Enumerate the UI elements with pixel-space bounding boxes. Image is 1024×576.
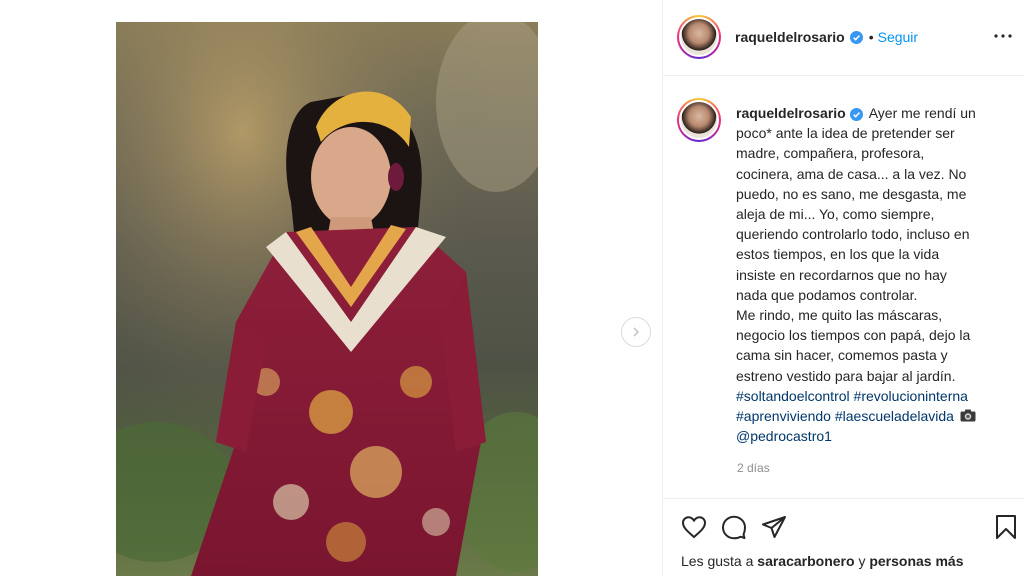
liked-by-user[interactable]: saracarbonero	[757, 553, 854, 569]
author-avatar[interactable]	[677, 15, 721, 59]
media-pane	[0, 0, 662, 576]
likes-join: y	[858, 553, 866, 569]
hashtag-link[interactable]: #laescueladelavida	[835, 408, 954, 424]
verified-badge-icon	[849, 107, 863, 121]
header-user: raqueldelrosario • Seguir	[735, 29, 918, 45]
caption-text-line: Me rindo, me quito las máscaras,	[736, 307, 943, 324]
caption-text-line: aleja de mi... Yo, como siempre,	[736, 206, 935, 223]
next-photo-button[interactable]	[621, 317, 651, 347]
follow-button[interactable]: Seguir	[878, 29, 918, 45]
hashtag-link[interactable]: #aprenviviendo	[736, 408, 831, 424]
post-timestamp[interactable]: 2 días	[737, 461, 770, 475]
caption-line: raqueldelrosario Ayer me rendí un	[736, 103, 1016, 123]
post-photo[interactable]	[116, 22, 538, 576]
caption-text-line: cocinera, ama de casa... a la vez. No	[736, 165, 967, 182]
caption-text-line: poco* ante la idea de pretender ser	[736, 125, 955, 142]
caption-text-line: negocio los tiempos con papá, dejo la	[736, 327, 971, 344]
caption-area: raqueldelrosario Ayer me rendí un poco* a…	[663, 76, 1024, 498]
mention-link[interactable]: @pedrocastro1	[736, 428, 832, 444]
more-options-icon[interactable]	[989, 26, 1017, 46]
likes-others[interactable]: personas más	[869, 553, 963, 569]
hashtag-line: #aprenviviendo #laescueladelavida	[736, 406, 1016, 426]
hashtag-link[interactable]: #soltandoelcontrol	[736, 388, 850, 404]
hashtag-link[interactable]: #revolucioninterna	[854, 388, 968, 404]
caption-text-line: insiste en recordarnos que no hay	[736, 266, 947, 283]
caption-text-line: cama sin hacer, comemos pasta y	[736, 347, 948, 364]
author-username[interactable]: raqueldelrosario	[735, 29, 845, 45]
mention-line: @pedrocastro1	[736, 426, 1016, 446]
camera-emoji-icon	[960, 409, 976, 422]
caption-avatar[interactable]	[677, 98, 721, 142]
caption-text-line: estos tiempos, en los que la vida	[736, 246, 940, 263]
hashtag-line: #soltandoelcontrol #revolucioninterna	[736, 386, 1016, 406]
post-sidebar: raqueldelrosario • Seguir raqueldelrosar…	[662, 0, 1024, 576]
caption-text-line: queriendo controlarlo todo, incluso en	[736, 226, 970, 243]
action-bar: Les gusta a saracarbonero y personas más	[663, 498, 1024, 576]
caption-text-line: Ayer me rendí un	[868, 105, 976, 121]
separator-dot: •	[868, 29, 874, 45]
caption-username[interactable]: raqueldelrosario	[736, 105, 846, 121]
likes-prefix: Les gusta a	[681, 553, 754, 569]
bookmark-icon[interactable]	[991, 512, 1021, 542]
heart-icon[interactable]	[679, 512, 709, 542]
post-photo-illustration	[116, 22, 538, 576]
caption-text-line: estreno vestido para bajar al jardín.	[736, 367, 956, 384]
likes-summary: Les gusta a saracarbonero y personas más	[681, 553, 964, 569]
caption-text-line: puedo, no es sano, me desgasta, me	[736, 185, 967, 202]
post-header: raqueldelrosario • Seguir	[663, 0, 1024, 76]
caption-text-line: nada que podamos controlar.	[736, 286, 918, 303]
share-icon[interactable]	[759, 512, 789, 542]
caption-text-line: madre, compañera, profesora,	[736, 145, 925, 162]
verified-badge-icon	[849, 30, 863, 44]
comment-icon[interactable]	[719, 512, 749, 542]
caption-text: raqueldelrosario Ayer me rendí un poco* a…	[736, 103, 1016, 446]
chevron-right-icon	[633, 327, 640, 337]
